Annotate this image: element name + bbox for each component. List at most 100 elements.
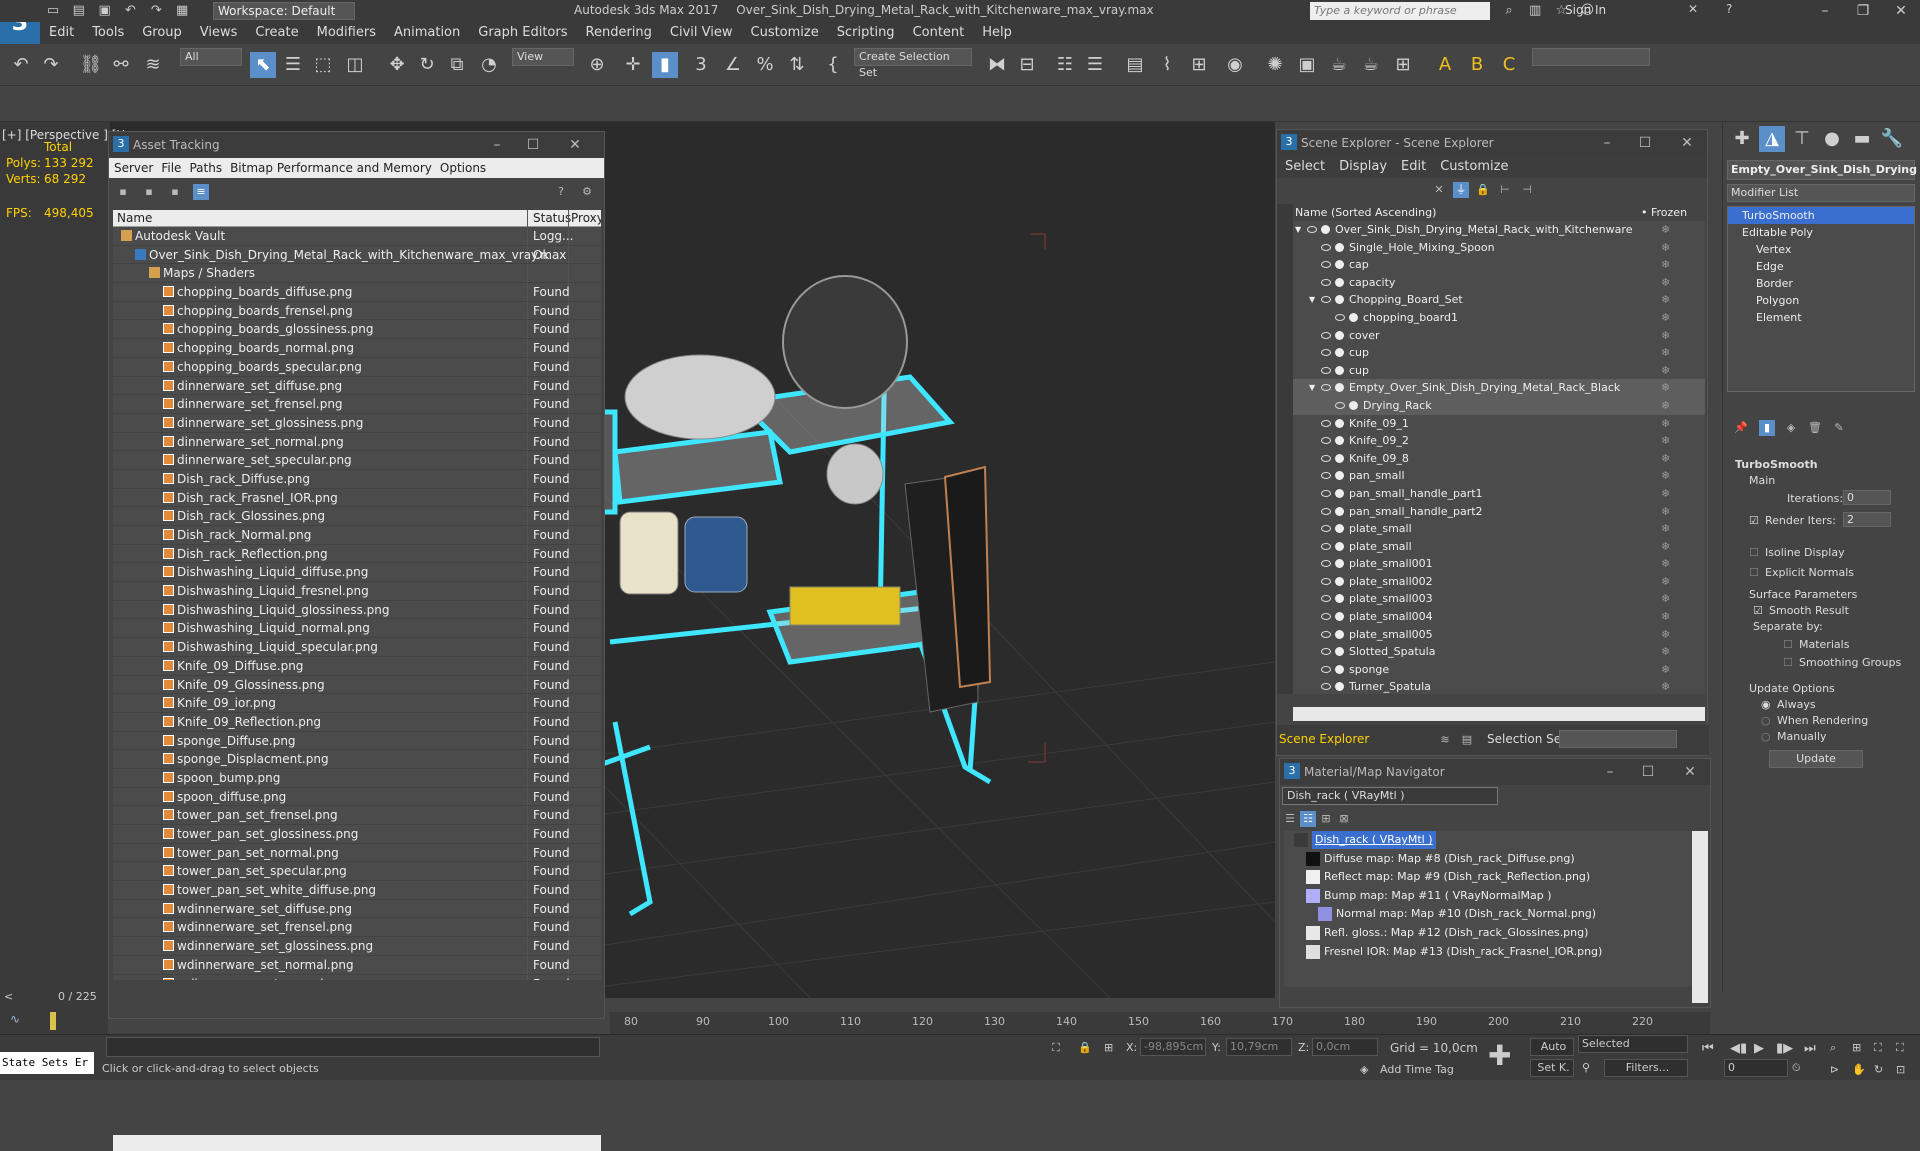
close-icon[interactable]: ✕ xyxy=(1886,1,1916,21)
exchange-icon[interactable]: ✕ xyxy=(1688,2,1698,16)
project-folder-icon[interactable]: ▦ xyxy=(173,2,191,20)
restore-icon[interactable]: ❐ xyxy=(1848,1,1878,21)
scene-node[interactable]: Single_Hole_Mixing_Spoon ❄ xyxy=(1293,239,1705,257)
menu-create[interactable]: Create xyxy=(246,22,307,43)
asset-tracking-titlebar[interactable]: 3 Asset Tracking – ☐ ✕ xyxy=(109,132,604,158)
material-node[interactable]: Dish_rack ( VRayMtl ) xyxy=(1284,831,1692,850)
asset-row[interactable]: Knife_09_Glossiness.png Found xyxy=(113,676,601,695)
visibility-eye-icon[interactable] xyxy=(1321,243,1331,251)
time-configuration-icon[interactable]: ⏲ xyxy=(1792,1061,1801,1075)
menu-views[interactable]: Views xyxy=(191,22,247,43)
material-name-field[interactable]: Dish_rack ( VRayMtl ) xyxy=(1282,787,1498,805)
visibility-eye-icon[interactable] xyxy=(1321,489,1331,497)
configure-sets-icon[interactable]: ✎ xyxy=(1831,420,1847,436)
visibility-eye-icon[interactable] xyxy=(1321,437,1331,445)
asset-row[interactable]: Dish_rack_Frasnel_IOR.png Found xyxy=(113,489,601,508)
modifier-stack-item[interactable]: TurboSmooth xyxy=(1728,207,1914,224)
scene-menu-customize[interactable]: Customize xyxy=(1440,159,1508,174)
scene-node[interactable]: Turner_Spatula ❄ xyxy=(1293,678,1705,694)
scene-node[interactable]: Knife_09_1 ❄ xyxy=(1293,415,1705,433)
scene-node[interactable]: chopping_board1 ❄ xyxy=(1293,309,1705,327)
current-frame-field[interactable]: 0 xyxy=(1724,1059,1788,1077)
materials-checkbox[interactable]: ☐ xyxy=(1783,638,1793,651)
scene-node[interactable]: ▼ Chopping_Board_Set ❄ xyxy=(1293,291,1705,309)
rotate-icon[interactable]: ↻ xyxy=(414,52,440,78)
large-icons-view-icon[interactable]: ▪ xyxy=(167,184,183,200)
scene-node[interactable]: Drying_Rack ❄ xyxy=(1293,396,1705,415)
add-time-tag[interactable]: Add Time Tag xyxy=(1380,1063,1454,1076)
clear-filter-icon[interactable]: ✕ xyxy=(1431,182,1447,198)
extra-dropdown[interactable] xyxy=(1532,48,1650,66)
scene-node[interactable]: Knife_09_2 ❄ xyxy=(1293,432,1705,450)
close-icon[interactable]: ✕ xyxy=(557,132,593,158)
undo-icon[interactable]: ↶ xyxy=(121,2,139,20)
scale-icon[interactable]: ⧉ xyxy=(444,52,470,78)
align-icon[interactable]: ⊟ xyxy=(1014,52,1040,78)
frozen-snowflake-icon[interactable]: ❄ xyxy=(1661,573,1670,590)
link-icon[interactable]: ⛓ xyxy=(78,52,104,78)
scene-explorer-footer-label[interactable]: Scene Explorer xyxy=(1279,732,1369,746)
filter-icon[interactable]: ⏚ xyxy=(1453,182,1469,198)
asset-row[interactable]: chopping_boards_normal.png Found xyxy=(113,339,601,358)
percent-snap-icon[interactable]: % xyxy=(752,52,778,78)
menu-graph-editors[interactable]: Graph Editors xyxy=(469,22,576,43)
modifier-stack-item[interactable]: Element xyxy=(1728,309,1914,326)
asset-row[interactable]: chopping_boards_specular.png Found xyxy=(113,358,601,377)
frozen-snowflake-icon[interactable]: ❄ xyxy=(1661,362,1670,379)
auto-key-button[interactable]: Auto xyxy=(1530,1038,1574,1056)
asset-row[interactable]: Knife_09_Diffuse.png Found xyxy=(113,657,601,676)
zoom-all-icon[interactable]: ⊞ xyxy=(1852,1041,1861,1054)
menu-edit[interactable]: Edit xyxy=(40,22,83,43)
asset-row[interactable]: Dish_rack_Normal.png Found xyxy=(113,526,601,545)
time-slider-prev-icon[interactable]: < xyxy=(4,990,13,1003)
asset-row[interactable]: wdinnerware_set_specular.png Found xyxy=(113,975,601,980)
asset-row[interactable]: spoon_bump.png Found xyxy=(113,769,601,788)
asset-row[interactable]: tower_pan_set_white_diffuse.png Found xyxy=(113,881,601,900)
render-iters-spinner[interactable]: 2 xyxy=(1843,512,1891,527)
modifier-stack-item[interactable]: Editable Poly xyxy=(1728,224,1914,241)
material-node[interactable]: Reflect map: Map #9 (Dish_rack_Reflectio… xyxy=(1284,868,1692,887)
named-selection-dropdown[interactable]: Create Selection Set xyxy=(854,48,972,79)
modify-tab-icon[interactable]: ◮ xyxy=(1759,126,1785,152)
scene-node[interactable]: pan_small_handle_part2 ❄ xyxy=(1293,503,1705,521)
asset-menu-server[interactable]: Server xyxy=(114,161,153,175)
curve-editor-icon[interactable]: ⌇ xyxy=(1154,52,1180,78)
scene-node[interactable]: Knife_09_8 ❄ xyxy=(1293,450,1705,468)
reference-coordinate-dropdown[interactable]: View xyxy=(512,48,574,66)
remove-modifier-icon[interactable]: 🗑 xyxy=(1807,420,1823,436)
frozen-snowflake-icon[interactable]: ❄ xyxy=(1661,538,1670,555)
help-icon[interactable]: ? xyxy=(1726,2,1732,16)
scene-node[interactable]: ▼ Over_Sink_Dish_Drying_Metal_Rack_with_K… xyxy=(1293,221,1705,239)
visibility-eye-icon[interactable] xyxy=(1321,507,1331,515)
asset-row[interactable]: Dish_rack_Diffuse.png Found xyxy=(113,470,601,489)
visibility-eye-icon[interactable] xyxy=(1321,472,1331,480)
move-icon[interactable]: ✥ xyxy=(384,52,410,78)
next-frame-icon[interactable]: ▮▶ xyxy=(1776,1041,1793,1056)
rectangular-selection-icon[interactable]: ⬚ xyxy=(310,52,336,78)
asset-row[interactable]: tower_pan_set_glossiness.png Found xyxy=(113,825,601,844)
visibility-eye-icon[interactable] xyxy=(1321,683,1331,691)
orbit-icon[interactable]: ↻ xyxy=(1874,1063,1883,1076)
settings-icon[interactable]: ⚙ xyxy=(579,184,595,200)
set-key-button[interactable]: Set K. xyxy=(1530,1059,1574,1077)
display-tab-icon[interactable]: ▬ xyxy=(1849,126,1875,152)
selection-lock-icon[interactable]: 🔒 xyxy=(1078,1041,1092,1054)
rendered-frame-window-icon[interactable]: ▣ xyxy=(1294,52,1320,78)
hierarchy-icon[interactable]: ⊢ xyxy=(1497,182,1513,198)
scene-node[interactable]: pan_small_handle_part1 ❄ xyxy=(1293,485,1705,503)
expand-arrow-icon[interactable]: ▼ xyxy=(1309,291,1315,308)
visibility-eye-icon[interactable] xyxy=(1321,648,1331,656)
visibility-eye-icon[interactable] xyxy=(1335,313,1345,321)
frozen-snowflake-icon[interactable]: ❄ xyxy=(1661,485,1670,502)
z-coordinate-field[interactable]: 0,0cm xyxy=(1312,1038,1378,1056)
visibility-eye-icon[interactable] xyxy=(1321,595,1331,603)
maxscript-input[interactable] xyxy=(106,1037,600,1057)
modifier-list-dropdown[interactable]: Modifier List xyxy=(1727,184,1915,202)
frozen-snowflake-icon[interactable]: ❄ xyxy=(1661,432,1670,449)
asset-row[interactable]: dinnerware_set_specular.png Found xyxy=(113,451,601,470)
spinner-snap-icon[interactable]: ⇅ xyxy=(784,52,810,78)
frozen-snowflake-icon[interactable]: ❄ xyxy=(1661,608,1670,625)
create-tab-icon[interactable]: ✚ xyxy=(1729,126,1755,152)
asset-row[interactable]: Knife_09_Reflection.png Found xyxy=(113,713,601,732)
isoline-checkbox[interactable]: ☐ xyxy=(1749,546,1759,559)
